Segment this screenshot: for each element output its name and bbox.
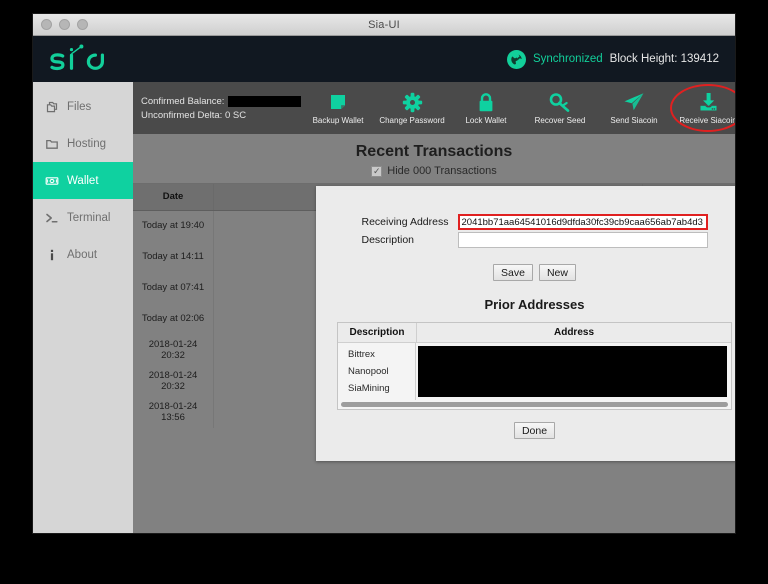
info-icon [45, 248, 59, 262]
window-title: Sia-UI [368, 18, 400, 31]
receiving-address-label: Receiving Address [361, 216, 449, 228]
confirmed-balance-label: Confirmed Balance: [141, 95, 225, 107]
description-field[interactable] [457, 232, 708, 248]
hide-transactions-checkbox[interactable]: ✓ [371, 165, 383, 177]
files-icon [45, 100, 59, 114]
app-root: Synchronized Block Height: 139412 Files [33, 36, 735, 533]
receive-siacoin-button[interactable]: Receive Siacoin [670, 84, 735, 132]
maximize-button[interactable] [77, 19, 88, 30]
description-row: Description [362, 232, 708, 248]
list-item[interactable]: Bittrex [348, 346, 415, 363]
column-header-address: Address [553, 327, 594, 338]
download-icon [698, 91, 719, 113]
application-window: Sia-UI Synchronized Block Height: 139412… [32, 13, 736, 534]
toolbar-actions: Backup Wallet Change Password Lock Walle… [301, 82, 735, 134]
window-controls [41, 14, 88, 35]
prior-addresses-title: Prior Addresses [484, 297, 585, 312]
prior-addresses-scrollbar[interactable] [338, 400, 731, 409]
main-area: Files Hosting Wallet Terminal About Conf… [33, 82, 735, 533]
lock-wallet-button[interactable]: Lock Wallet [449, 91, 523, 125]
folder-icon [45, 137, 59, 151]
list-item[interactable]: SiaMining [348, 380, 415, 397]
save-button[interactable]: Save [493, 264, 533, 281]
lock-icon [477, 91, 495, 113]
done-button[interactable]: Done [513, 422, 556, 439]
backup-wallet-button[interactable]: Backup Wallet [301, 91, 375, 125]
receiving-address-field[interactable]: 2041bb71aa64541016d9dfda30fc39cb9caa656a… [457, 214, 708, 230]
sia-logo [47, 44, 109, 74]
form-buttons: Save New [493, 264, 576, 281]
app-header: Synchronized Block Height: 139412 [33, 36, 735, 82]
page-title: Recent Transactions [355, 143, 513, 160]
sidebar-item-label: Files [67, 100, 92, 113]
terminal-icon [45, 211, 59, 225]
sidebar-item-wallet[interactable]: Wallet [33, 162, 133, 199]
sidebar-item-files[interactable]: Files [33, 88, 133, 125]
send-paper-plane-icon [623, 91, 645, 113]
hide-transactions-label: Hide 000 Transactions [387, 165, 497, 177]
tool-label: Receive Siacoin [679, 116, 735, 125]
close-button[interactable] [41, 19, 52, 30]
cell-date: 2018-01-24 20:32 [133, 335, 214, 366]
column-header-date: Date [133, 184, 214, 210]
change-password-button[interactable]: Change Password [375, 91, 449, 125]
key-icon [549, 91, 571, 113]
backup-wallet-icon [328, 91, 348, 113]
balance-block: Confirmed Balance: Unconfirmed Delta: 0 … [141, 95, 301, 121]
sidebar-item-label: Terminal [67, 211, 111, 224]
column-header-description: Description [338, 323, 417, 342]
hide-transactions-row[interactable]: ✓ Hide 000 Transactions [133, 165, 735, 183]
address-form: Receiving Address 2041bb71aa64541016d9df… [316, 214, 735, 281]
sidebar-item-hosting[interactable]: Hosting [33, 125, 133, 162]
receive-siacoin-dialog: Receiving Address 2041bb71aa64541016d9df… [316, 186, 735, 461]
prior-addresses-header: Description Address [338, 323, 731, 343]
cell-date: Today at 02:06 [133, 304, 214, 335]
confirmed-balance-value-redacted [228, 95, 301, 107]
receiving-address-row: Receiving Address 2041bb71aa64541016d9df… [362, 214, 708, 230]
cell-date: Today at 14:11 [133, 242, 214, 273]
list-item[interactable]: Nanopool [348, 363, 415, 380]
send-siacoin-button[interactable]: Send Siacoin [597, 91, 671, 125]
cell-date: 2018-01-24 20:32 [133, 366, 214, 397]
prior-description-column: Bittrex Nanopool SiaMining [338, 343, 416, 400]
new-button[interactable]: New [538, 264, 576, 281]
prior-addresses-table: Description Address Bittrex Nanopool Sia… [337, 322, 732, 410]
description-label: Description [361, 234, 415, 246]
globe-icon [506, 49, 526, 69]
sidebar-item-label: About [67, 248, 98, 261]
sidebar: Files Hosting Wallet Terminal About [33, 82, 133, 533]
sidebar-item-label: Hosting [67, 137, 106, 150]
unconfirmed-delta-label: Unconfirmed Delta: 0 SC [141, 109, 247, 121]
gear-icon [402, 91, 423, 113]
cell-date: 2018-01-24 13:56 [133, 397, 214, 428]
cell-date: Today at 19:40 [133, 211, 214, 242]
wallet-toolbar: Confirmed Balance: Unconfirmed Delta: 0 … [133, 82, 735, 134]
content-area: Confirmed Balance: Unconfirmed Delta: 0 … [133, 82, 735, 533]
recover-seed-button[interactable]: Recover Seed [523, 91, 597, 125]
sync-status-area: Synchronized Block Height: 139412 [506, 49, 719, 69]
tool-label: Lock Wallet [465, 116, 507, 125]
prior-addresses-redacted [418, 346, 727, 397]
prior-address-column [416, 343, 731, 400]
done-button-wrap: Done [513, 422, 556, 439]
window-titlebar: Sia-UI [33, 14, 735, 36]
tool-label: Recover Seed [534, 116, 586, 125]
tool-label: Backup Wallet [312, 116, 364, 125]
block-height-label: Block Height: 139412 [609, 53, 719, 65]
wallet-icon [45, 174, 59, 188]
tool-label: Change Password [379, 116, 445, 125]
sidebar-item-terminal[interactable]: Terminal [33, 199, 133, 236]
prior-addresses-body: Bittrex Nanopool SiaMining [338, 343, 731, 400]
tool-label: Send Siacoin [610, 116, 658, 125]
confirmed-balance-row: Confirmed Balance: [141, 95, 301, 107]
minimize-button[interactable] [59, 19, 70, 30]
sidebar-item-about[interactable]: About [33, 236, 133, 273]
sync-status-label: Synchronized [532, 53, 603, 65]
cell-date: Today at 07:41 [133, 273, 214, 304]
sidebar-item-label: Wallet [67, 174, 99, 187]
scrollbar-thumb[interactable] [341, 402, 728, 407]
